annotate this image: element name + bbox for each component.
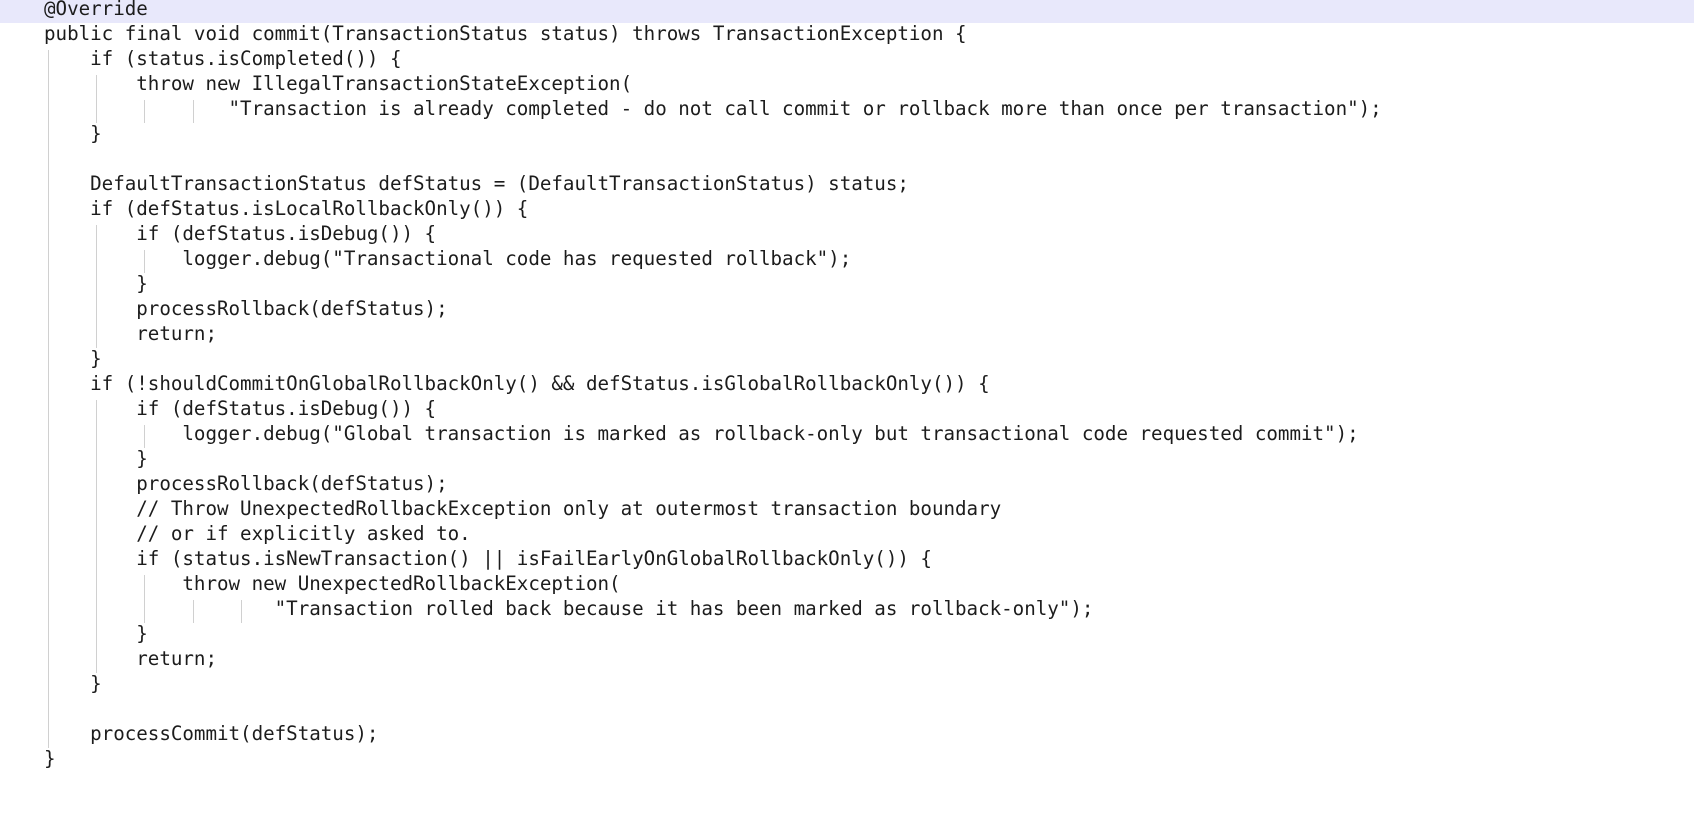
code-line[interactable]: throw new UnexpectedRollbackException( <box>44 571 620 596</box>
code-line[interactable]: } <box>44 121 102 146</box>
code-line[interactable]: return; <box>44 646 217 671</box>
code-line[interactable]: // or if explicitly asked to. <box>44 521 470 546</box>
code-line[interactable]: public final void commit(TransactionStat… <box>44 21 967 46</box>
code-line[interactable]: logger.debug("Transactional code has req… <box>44 246 851 271</box>
code-line[interactable]: if (defStatus.isLocalRollbackOnly()) { <box>44 196 528 221</box>
code-line[interactable]: processCommit(defStatus); <box>44 721 378 746</box>
code-editor-view[interactable]: @Override public final void commit(Transa… <box>0 0 1694 840</box>
code-line[interactable]: "Transaction rolled back because it has … <box>44 596 1094 621</box>
code-line[interactable]: DefaultTransactionStatus defStatus = (De… <box>44 171 909 196</box>
code-line[interactable]: logger.debug("Global transaction is mark… <box>44 421 1358 446</box>
code-line[interactable]: if (status.isCompleted()) { <box>44 46 401 71</box>
code-line[interactable]: if (status.isNewTransaction() || isFailE… <box>44 546 932 571</box>
code-line[interactable]: } <box>44 671 102 696</box>
code-line[interactable]: } <box>44 271 148 296</box>
code-line[interactable]: } <box>44 746 56 771</box>
code-line[interactable]: // Throw UnexpectedRollbackException onl… <box>44 496 1001 521</box>
code-line[interactable]: } <box>44 621 148 646</box>
code-line[interactable]: "Transaction is already completed - do n… <box>44 96 1382 121</box>
code-line[interactable]: } <box>44 446 148 471</box>
code-line[interactable]: @Override <box>44 0 148 21</box>
code-line[interactable]: processRollback(defStatus); <box>44 471 447 496</box>
code-text-layer[interactable]: @Override public final void commit(Transa… <box>0 0 1694 840</box>
code-line[interactable]: return; <box>44 321 217 346</box>
code-line[interactable]: } <box>44 346 102 371</box>
code-line[interactable]: throw new IllegalTransactionStateExcepti… <box>44 71 632 96</box>
code-line[interactable]: processRollback(defStatus); <box>44 296 447 321</box>
code-line[interactable]: if (!shouldCommitOnGlobalRollbackOnly() … <box>44 371 990 396</box>
code-line[interactable]: if (defStatus.isDebug()) { <box>44 396 436 421</box>
code-line[interactable]: if (defStatus.isDebug()) { <box>44 221 436 246</box>
